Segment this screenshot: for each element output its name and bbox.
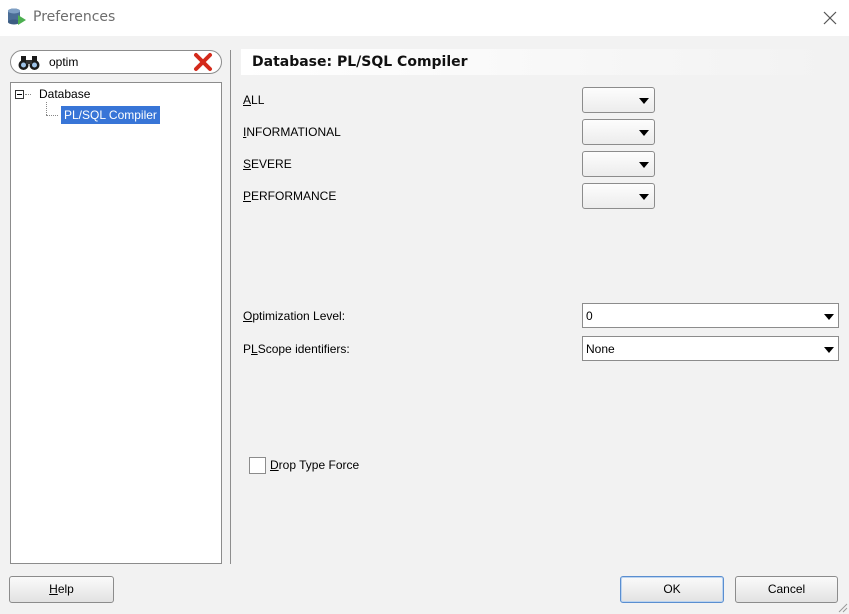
chevron-down-icon (639, 130, 649, 136)
chevron-down-icon (639, 162, 649, 168)
all-label: ALL (243, 93, 265, 107)
ok-button[interactable]: OK (620, 576, 724, 603)
tree-connector (25, 94, 31, 95)
chevron-down-icon (824, 314, 834, 320)
panel-header: Database: PL/SQL Compiler (241, 49, 839, 75)
search-box[interactable] (10, 50, 222, 74)
window-title: Preferences (33, 9, 116, 25)
informational-combo[interactable] (582, 119, 655, 145)
drop-type-force-checkbox[interactable] (249, 457, 266, 474)
red-x-clear-icon[interactable] (193, 52, 213, 72)
database-app-icon (8, 8, 26, 25)
tree-connector (46, 102, 47, 115)
binoculars-icon (18, 56, 40, 70)
preferences-tree[interactable]: Database PL/SQL Compiler (10, 82, 222, 564)
drop-type-force-label[interactable]: Drop Type Force (270, 458, 359, 472)
tree-connector (46, 115, 58, 116)
resize-grip-icon[interactable] (836, 601, 848, 613)
informational-label: INFORMATIONAL (243, 125, 341, 139)
optimization-level-combo[interactable]: 0 (582, 303, 839, 328)
chevron-down-icon (824, 347, 834, 353)
plscope-identifiers-combo[interactable]: None (582, 336, 839, 361)
severe-combo[interactable] (582, 151, 655, 177)
chevron-down-icon (639, 98, 649, 104)
search-input[interactable] (49, 54, 189, 70)
optimization-level-label: Optimization Level: (243, 309, 346, 323)
chevron-down-icon (639, 194, 649, 200)
help-button[interactable]: Help (9, 576, 114, 603)
close-x-icon[interactable] (818, 6, 842, 30)
plscope-identifiers-label: PLScope identifiers: (243, 342, 350, 356)
splitter[interactable] (230, 50, 231, 564)
performance-combo[interactable] (582, 183, 655, 209)
tree-item-plsql-compiler[interactable]: PL/SQL Compiler (61, 106, 160, 124)
performance-label: PERFORMANCE (243, 189, 337, 203)
title-bar: Preferences (0, 0, 849, 36)
tree-item-database[interactable]: Database (39, 87, 90, 101)
severe-label: SEVERE (243, 157, 292, 171)
minus-expander-icon[interactable] (15, 90, 24, 99)
page-title: Database: PL/SQL Compiler (252, 54, 468, 70)
cancel-button[interactable]: Cancel (735, 576, 838, 603)
all-combo[interactable] (582, 87, 655, 113)
